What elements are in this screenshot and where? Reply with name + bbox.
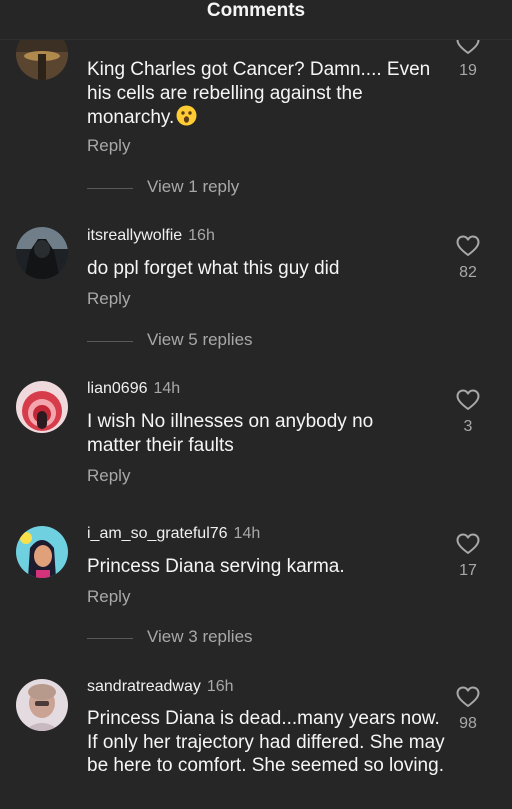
- like-count: 17: [459, 562, 477, 579]
- comment-meta: lian0696 14h: [87, 380, 180, 398]
- avatar[interactable]: [16, 679, 68, 731]
- heart-outline-icon: [456, 686, 480, 707]
- like-button[interactable]: 3: [446, 389, 490, 436]
- like-button[interactable]: 19: [446, 33, 490, 80]
- avatar[interactable]: [16, 227, 68, 279]
- comment-meta: i_am_so_grateful76 14h: [87, 525, 260, 543]
- comments-header: Comments: [0, 0, 512, 40]
- reply-button[interactable]: Reply: [87, 587, 130, 607]
- comment-text: Princess Diana serving karma.: [87, 556, 345, 577]
- comment-meta: itsreallywolfie 16h: [87, 227, 215, 245]
- username[interactable]: sandratreadway: [87, 678, 201, 695]
- timestamp: 16h: [188, 227, 215, 244]
- divider: [87, 341, 133, 342]
- timestamp: 14h: [233, 525, 261, 542]
- like-count: 98: [459, 715, 477, 732]
- like-button[interactable]: 98: [446, 686, 490, 733]
- comment-text: do ppl forget what this guy did: [87, 258, 340, 279]
- view-replies-label: View 3 replies: [147, 627, 253, 646]
- divider: [87, 188, 133, 189]
- heart-outline-icon: [456, 235, 480, 256]
- view-replies-label: View 5 replies: [147, 330, 253, 349]
- page-title: Comments: [206, 0, 306, 21]
- timestamp: 16h: [206, 678, 234, 695]
- astonished-face-emoji: [176, 105, 197, 126]
- like-count: 82: [459, 264, 477, 281]
- avatar[interactable]: [16, 381, 68, 433]
- avatar[interactable]: [16, 526, 68, 578]
- comments-screen: King Charles got Cancer? Damn.... Even h…: [0, 0, 512, 809]
- comment-text: Princess Diana is dead...many years now.…: [87, 708, 445, 776]
- comment-text: I wish No illnesses on anybody no matter…: [87, 411, 374, 456]
- reply-button[interactable]: Reply: [87, 466, 130, 486]
- like-button[interactable]: 82: [446, 235, 490, 282]
- heart-outline-icon: [456, 389, 480, 410]
- timestamp: 14h: [153, 380, 181, 397]
- view-replies-label: View 1 reply: [147, 177, 240, 196]
- username[interactable]: itsreallywolfie: [87, 227, 182, 244]
- heart-outline-icon: [456, 533, 480, 554]
- like-button[interactable]: 17: [446, 533, 490, 580]
- comment-meta: sandratreadway 16h: [87, 678, 234, 696]
- like-count: 3: [463, 418, 473, 435]
- username[interactable]: lian0696: [87, 380, 148, 397]
- username[interactable]: i_am_so_grateful76: [87, 525, 228, 542]
- comment-text: King Charles got Cancer? Damn.... Even h…: [87, 59, 431, 128]
- divider: [87, 638, 133, 639]
- like-count: 19: [459, 62, 477, 79]
- reply-button[interactable]: Reply: [87, 289, 130, 309]
- reply-button[interactable]: Reply: [87, 136, 130, 156]
